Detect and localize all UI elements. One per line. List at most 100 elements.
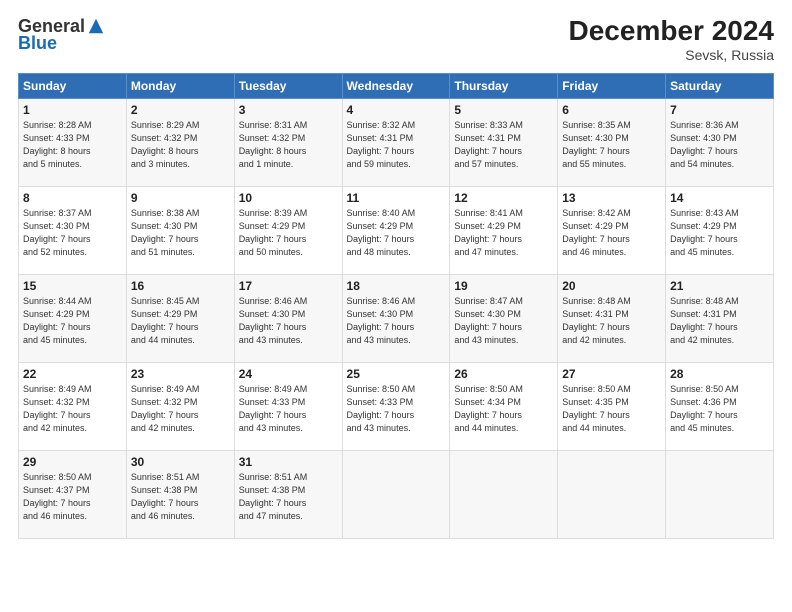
cell-info: Sunrise: 8:49 AMSunset: 4:32 PMDaylight:… — [23, 383, 122, 435]
cell-info: Sunrise: 8:38 AMSunset: 4:30 PMDaylight:… — [131, 207, 230, 259]
cell-info: Sunrise: 8:43 AMSunset: 4:29 PMDaylight:… — [670, 207, 769, 259]
calendar-cell: 4 Sunrise: 8:32 AMSunset: 4:31 PMDaylight… — [342, 98, 450, 186]
logo: General Blue — [18, 16, 105, 54]
cell-info: Sunrise: 8:45 AMSunset: 4:29 PMDaylight:… — [131, 295, 230, 347]
calendar-cell: 9Sunrise: 8:38 AMSunset: 4:30 PMDaylight… — [126, 186, 234, 274]
day-number: 27 — [562, 367, 661, 381]
calendar-cell: 7Sunrise: 8:36 AMSunset: 4:30 PMDaylight… — [666, 98, 774, 186]
calendar-cell: 23 Sunrise: 8:49 AMSunset: 4:32 PMDayligh… — [126, 362, 234, 450]
calendar-cell — [342, 450, 450, 538]
cell-info: Sunrise: 8:46 AMSunset: 4:30 PMDaylight:… — [347, 295, 446, 347]
cell-info: Sunrise: 8:48 AMSunset: 4:31 PMDaylight:… — [562, 295, 661, 347]
calendar-cell: 21 Sunrise: 8:48 AMSunset: 4:31 PMDayligh… — [666, 274, 774, 362]
cell-info: Sunrise: 8:48 AMSunset: 4:31 PMDaylight:… — [670, 295, 769, 347]
cell-info: Sunrise: 8:28 AMSunset: 4:33 PMDaylight:… — [23, 119, 122, 171]
title-block: December 2024 Sevsk, Russia — [569, 16, 774, 63]
day-number: 28 — [670, 367, 769, 381]
cell-info: Sunrise: 8:29 AMSunset: 4:32 PMDaylight:… — [131, 119, 230, 171]
day-number: 13 — [562, 191, 661, 205]
calendar-week-row: 15Sunrise: 8:44 AMSunset: 4:29 PMDayligh… — [19, 274, 774, 362]
calendar-week-row: 8 Sunrise: 8:37 AMSunset: 4:30 PMDaylight… — [19, 186, 774, 274]
calendar-cell: 22 Sunrise: 8:49 AMSunset: 4:32 PMDayligh… — [19, 362, 127, 450]
calendar-header-row: SundayMondayTuesdayWednesdayThursdayFrid… — [19, 73, 774, 98]
day-number: 30 — [131, 455, 230, 469]
calendar-cell — [450, 450, 558, 538]
day-number: 2 — [131, 103, 230, 117]
cell-info: Sunrise: 8:32 AMSunset: 4:31 PMDaylight:… — [347, 119, 446, 171]
day-number: 23 — [131, 367, 230, 381]
col-header-sunday: Sunday — [19, 73, 127, 98]
calendar-cell: 16 Sunrise: 8:45 AMSunset: 4:29 PMDayligh… — [126, 274, 234, 362]
day-number: 21 — [670, 279, 769, 293]
cell-info: Sunrise: 8:51 AMSunset: 4:38 PMDaylight:… — [131, 471, 230, 523]
cell-info: Sunrise: 8:50 AMSunset: 4:35 PMDaylight:… — [562, 383, 661, 435]
day-number: 14 — [670, 191, 769, 205]
col-header-monday: Monday — [126, 73, 234, 98]
calendar-cell: 25 Sunrise: 8:50 AMSunset: 4:33 PMDayligh… — [342, 362, 450, 450]
calendar-cell: 31 Sunrise: 8:51 AMSunset: 4:38 PMDayligh… — [234, 450, 342, 538]
day-number: 10 — [239, 191, 338, 205]
cell-info: Sunrise: 8:50 AMSunset: 4:36 PMDaylight:… — [670, 383, 769, 435]
calendar-cell: 29 Sunrise: 8:50 AMSunset: 4:37 PMDayligh… — [19, 450, 127, 538]
cell-info: Sunrise: 8:50 AMSunset: 4:34 PMDaylight:… — [454, 383, 553, 435]
calendar-cell: 30 Sunrise: 8:51 AMSunset: 4:38 PMDayligh… — [126, 450, 234, 538]
col-header-saturday: Saturday — [666, 73, 774, 98]
cell-info: Sunrise: 8:51 AMSunset: 4:38 PMDaylight:… — [239, 471, 338, 523]
calendar-cell: 1 Sunrise: 8:28 AMSunset: 4:33 PMDaylight… — [19, 98, 127, 186]
calendar-cell: 15Sunrise: 8:44 AMSunset: 4:29 PMDayligh… — [19, 274, 127, 362]
calendar-cell: 26 Sunrise: 8:50 AMSunset: 4:34 PMDayligh… — [450, 362, 558, 450]
cell-info: Sunrise: 8:42 AMSunset: 4:29 PMDaylight:… — [562, 207, 661, 259]
cell-info: Sunrise: 8:49 AMSunset: 4:32 PMDaylight:… — [131, 383, 230, 435]
header: General Blue December 2024 Sevsk, Russia — [18, 16, 774, 63]
calendar-cell: 5Sunrise: 8:33 AMSunset: 4:31 PMDaylight… — [450, 98, 558, 186]
cell-info: Sunrise: 8:39 AMSunset: 4:29 PMDaylight:… — [239, 207, 338, 259]
calendar-cell: 13 Sunrise: 8:42 AMSunset: 4:29 PMDayligh… — [558, 186, 666, 274]
col-header-thursday: Thursday — [450, 73, 558, 98]
day-number: 29 — [23, 455, 122, 469]
col-header-friday: Friday — [558, 73, 666, 98]
calendar-cell: 2 Sunrise: 8:29 AMSunset: 4:32 PMDaylight… — [126, 98, 234, 186]
day-number: 7 — [670, 103, 769, 117]
day-number: 19 — [454, 279, 553, 293]
cell-info: Sunrise: 8:47 AMSunset: 4:30 PMDaylight:… — [454, 295, 553, 347]
day-number: 1 — [23, 103, 122, 117]
logo-icon — [87, 17, 105, 35]
calendar-week-row: 29 Sunrise: 8:50 AMSunset: 4:37 PMDayligh… — [19, 450, 774, 538]
calendar-cell — [558, 450, 666, 538]
calendar-cell: 24Sunrise: 8:49 AMSunset: 4:33 PMDayligh… — [234, 362, 342, 450]
calendar-table: SundayMondayTuesdayWednesdayThursdayFrid… — [18, 73, 774, 539]
day-number: 5 — [454, 103, 553, 117]
col-header-tuesday: Tuesday — [234, 73, 342, 98]
location: Sevsk, Russia — [569, 47, 774, 63]
day-number: 16 — [131, 279, 230, 293]
cell-info: Sunrise: 8:31 AMSunset: 4:32 PMDaylight:… — [239, 119, 338, 171]
day-number: 17 — [239, 279, 338, 293]
day-number: 18 — [347, 279, 446, 293]
day-number: 25 — [347, 367, 446, 381]
cell-info: Sunrise: 8:49 AMSunset: 4:33 PMDaylight:… — [239, 383, 338, 435]
logo-blue-text: Blue — [18, 33, 57, 54]
cell-info: Sunrise: 8:37 AMSunset: 4:30 PMDaylight:… — [23, 207, 122, 259]
calendar-cell: 11Sunrise: 8:40 AMSunset: 4:29 PMDayligh… — [342, 186, 450, 274]
day-number: 20 — [562, 279, 661, 293]
page: General Blue December 2024 Sevsk, Russia… — [0, 0, 792, 612]
cell-info: Sunrise: 8:50 AMSunset: 4:33 PMDaylight:… — [347, 383, 446, 435]
cell-info: Sunrise: 8:50 AMSunset: 4:37 PMDaylight:… — [23, 471, 122, 523]
cell-info: Sunrise: 8:46 AMSunset: 4:30 PMDaylight:… — [239, 295, 338, 347]
calendar-cell: 27 Sunrise: 8:50 AMSunset: 4:35 PMDayligh… — [558, 362, 666, 450]
calendar-cell: 28 Sunrise: 8:50 AMSunset: 4:36 PMDayligh… — [666, 362, 774, 450]
calendar-week-row: 1 Sunrise: 8:28 AMSunset: 4:33 PMDaylight… — [19, 98, 774, 186]
calendar-cell: 10 Sunrise: 8:39 AMSunset: 4:29 PMDayligh… — [234, 186, 342, 274]
calendar-cell — [666, 450, 774, 538]
month-title: December 2024 — [569, 16, 774, 47]
day-number: 6 — [562, 103, 661, 117]
day-number: 31 — [239, 455, 338, 469]
calendar-cell: 20 Sunrise: 8:48 AMSunset: 4:31 PMDayligh… — [558, 274, 666, 362]
day-number: 26 — [454, 367, 553, 381]
day-number: 12 — [454, 191, 553, 205]
day-number: 4 — [347, 103, 446, 117]
day-number: 15 — [23, 279, 122, 293]
col-header-wednesday: Wednesday — [342, 73, 450, 98]
day-number: 8 — [23, 191, 122, 205]
day-number: 22 — [23, 367, 122, 381]
